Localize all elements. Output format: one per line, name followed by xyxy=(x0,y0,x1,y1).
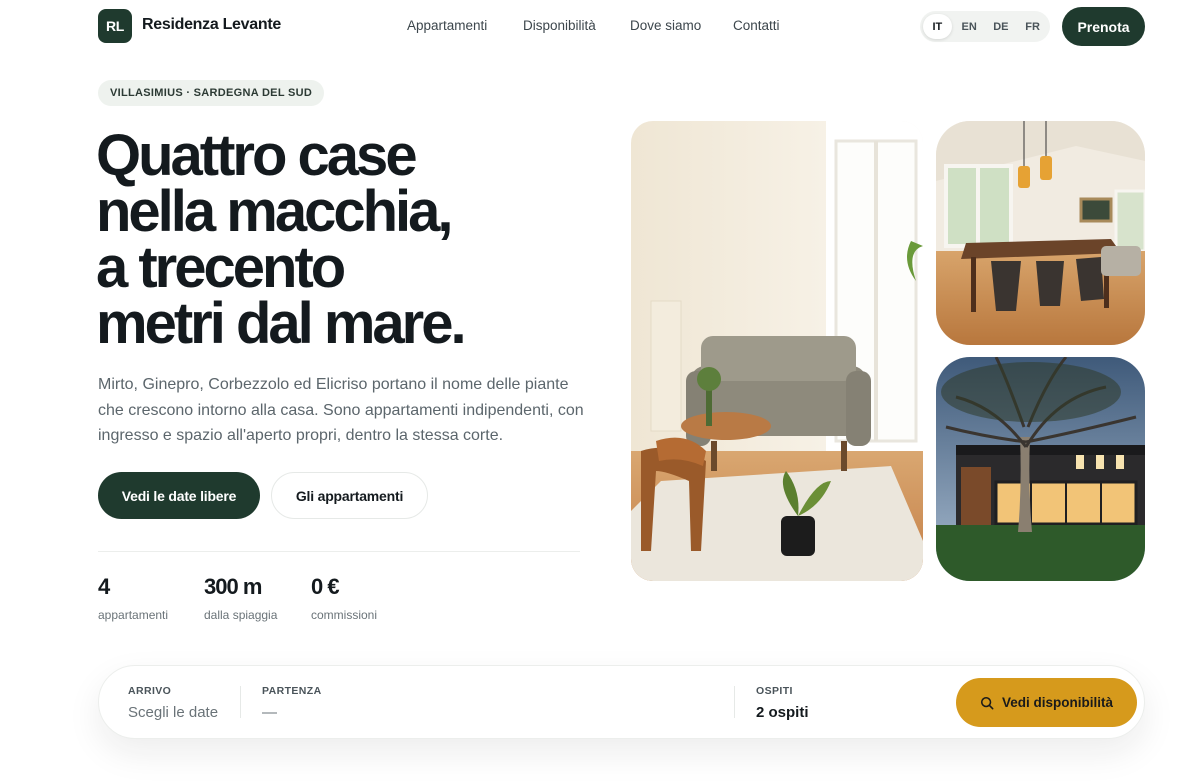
nav-link-contatti[interactable]: Contatti xyxy=(733,18,780,33)
headline-line: nella macchia, xyxy=(96,179,454,244)
apartments-button[interactable]: Gli appartamenti xyxy=(271,472,428,519)
stat-label: appartamenti xyxy=(98,608,169,622)
stat-label: dalla spiaggia xyxy=(204,608,278,622)
guests-label: OSPITI xyxy=(756,685,793,697)
lang-option-fr[interactable]: FR xyxy=(1018,14,1047,39)
check-availability-button[interactable]: Vedi disponibilità xyxy=(956,678,1137,727)
hero-headline: Quattro case nella macchia, a trecento m… xyxy=(96,123,616,356)
stat-value: 4 xyxy=(98,574,110,599)
guests-field[interactable]: OSPITI 2 ospiti xyxy=(756,685,809,721)
nav-link-dove-siamo[interactable]: Dove siamo xyxy=(630,18,701,33)
field-divider xyxy=(734,686,735,718)
stat-value: 0 € xyxy=(311,574,340,599)
check-availability-label: Vedi disponibilità xyxy=(1001,695,1113,710)
guests-value[interactable]: 2 ospiti xyxy=(756,704,809,721)
book-button[interactable]: Prenota xyxy=(1062,7,1145,46)
stat-label: commissioni xyxy=(311,608,378,622)
nav-link-appartamenti[interactable]: Appartamenti xyxy=(407,18,487,33)
hero-description: Mirto, Ginepro, Corbezzolo ed Elicriso p… xyxy=(98,376,584,444)
arrival-value[interactable]: Scegli le date xyxy=(128,704,218,721)
stat-commissions: 0 € commissioni xyxy=(311,574,377,622)
stat-apartments: 4 appartamenti xyxy=(98,574,168,622)
site-header: RL Residenza Levante Appartamenti Dispon… xyxy=(0,0,1200,54)
headline-line: a trecento xyxy=(96,235,346,300)
living-room-photo xyxy=(631,121,923,581)
see-free-dates-button[interactable]: Vedi le date libere xyxy=(98,472,260,519)
arrival-field[interactable]: ARRIVO Scegli le date xyxy=(128,685,218,721)
lang-option-en[interactable]: EN xyxy=(955,14,984,39)
language-switcher: IT EN DE FR xyxy=(920,11,1050,42)
arrival-label: ARRIVO xyxy=(128,685,172,697)
stat-beach-distance: 300 m dalla spiaggia xyxy=(204,574,277,622)
nav-link-disponibilita[interactable]: Disponibilità xyxy=(523,18,596,33)
house-exterior-photo xyxy=(936,357,1145,581)
search-icon xyxy=(980,696,994,709)
location-badge: VILLASIMIUS · SARDEGNA DEL SUD xyxy=(98,80,325,106)
departure-value[interactable]: — xyxy=(262,704,322,721)
lang-option-it[interactable]: IT xyxy=(923,14,952,39)
booking-bar: ARRIVO Scegli le date PARTENZA — OSPITI … xyxy=(98,665,1145,739)
headline-line: metri dal mare. xyxy=(96,291,467,356)
departure-field[interactable]: PARTENZA — xyxy=(262,685,322,721)
field-divider xyxy=(240,686,241,718)
lang-option-de[interactable]: DE xyxy=(987,14,1016,39)
stat-value: 300 m xyxy=(204,574,262,599)
divider xyxy=(98,551,580,552)
headline-line: Quattro case xyxy=(96,123,418,188)
departure-label: PARTENZA xyxy=(262,685,322,697)
dining-room-photo xyxy=(936,121,1145,345)
